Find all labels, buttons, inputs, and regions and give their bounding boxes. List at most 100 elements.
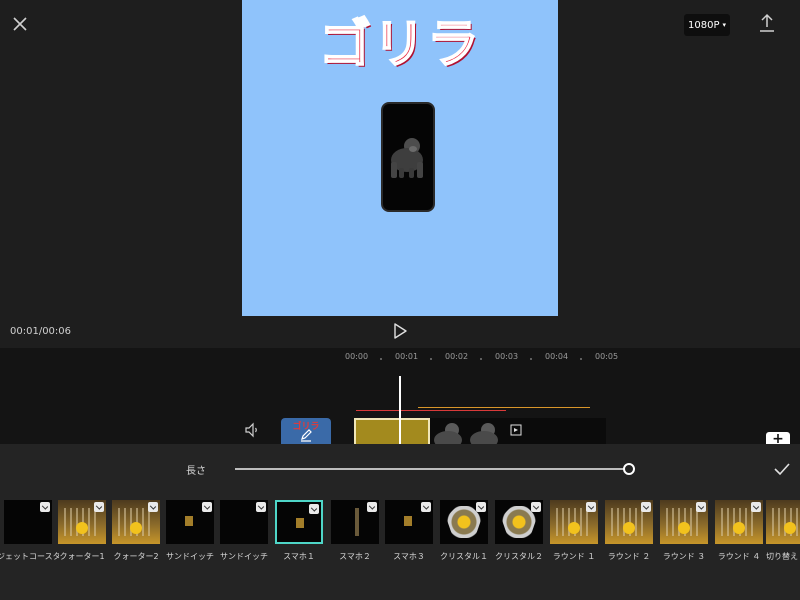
video-editor: 1080P ▾ ゴリラ 00:01/00:06 00:00 00:01 00:0…: [0, 0, 800, 600]
effect-panel: 長さ ジェットコースター クォーター1 クォーター2 サンドイッチ: [0, 444, 800, 600]
effect-item[interactable]: ラウンド ２: [603, 500, 655, 562]
effect-list: ジェットコースター クォーター1 クォーター2 サンドイッチ サンドイッチ スマ…: [0, 500, 800, 600]
effect-thumbnail: [331, 500, 379, 544]
effect-item[interactable]: スマホ３: [383, 500, 435, 562]
ruler-dot: [530, 358, 532, 360]
effect-thumbnail: [4, 500, 52, 544]
length-label: 長さ: [186, 466, 206, 477]
overlay-title: ゴリラ: [318, 14, 481, 76]
effect-thumbnail: [58, 500, 106, 544]
download-icon: [202, 502, 212, 512]
text-track-line[interactable]: [356, 410, 506, 411]
length-slider[interactable]: [235, 468, 629, 470]
close-icon[interactable]: [8, 12, 32, 36]
download-icon: [476, 502, 486, 512]
download-icon: [751, 502, 761, 512]
play-icon[interactable]: [392, 322, 408, 340]
gorilla-image: [391, 138, 423, 178]
effect-thumbnail: [220, 500, 268, 544]
playhead[interactable]: [399, 376, 401, 444]
effect-thumbnail: [385, 500, 433, 544]
effect-label: ラウンド ２: [607, 552, 651, 561]
ruler-label: 00:04: [545, 352, 569, 361]
effect-thumbnail: [660, 500, 708, 544]
audio-track-line[interactable]: [418, 407, 590, 408]
timeline[interactable]: 00:00 00:01 00:02 00:03 00:04 00:05 ゴリラ: [0, 348, 800, 446]
effect-thumbnail: [440, 500, 488, 544]
effect-label: サンドイッチ: [220, 552, 268, 561]
download-icon: [367, 502, 377, 512]
ruler-label: 00:00: [345, 352, 369, 361]
effect-item[interactable]: 切り替え: [766, 500, 800, 562]
effect-label: クリスタル１: [440, 552, 488, 561]
download-icon: [641, 502, 651, 512]
download-icon: [148, 502, 158, 512]
effect-item[interactable]: スマホ２: [329, 500, 381, 562]
effect-thumbnail: [275, 500, 323, 544]
effect-label: スマホ１: [283, 552, 315, 561]
selected-clip[interactable]: [354, 418, 430, 444]
effect-item[interactable]: クリスタル１: [438, 500, 490, 562]
effect-thumbnail: [766, 500, 800, 544]
effect-item[interactable]: ラウンド ４: [713, 500, 765, 562]
effect-thumbnail: [166, 500, 214, 544]
effect-thumbnail: [605, 500, 653, 544]
download-icon: [256, 502, 266, 512]
resolution-label: 1080P: [688, 19, 720, 31]
download-icon: [94, 502, 104, 512]
effect-label: ラウンド ４: [717, 552, 761, 561]
download-icon: [421, 502, 431, 512]
time-ruler: 00:00 00:01 00:02 00:03 00:04 00:05: [0, 352, 800, 366]
effect-label: スマホ２: [339, 552, 371, 561]
effect-item-selected[interactable]: スマホ１: [273, 500, 325, 562]
effect-item[interactable]: クォーター2: [110, 500, 162, 562]
download-icon: [696, 502, 706, 512]
effect-thumbnail: [715, 500, 763, 544]
ruler-label: 00:01: [395, 352, 419, 361]
effect-item[interactable]: クリスタル２: [493, 500, 545, 562]
phone-frame: [381, 102, 435, 212]
speaker-icon[interactable]: [244, 422, 260, 438]
checkmark-icon[interactable]: [772, 460, 792, 478]
effect-item[interactable]: ラウンド ３: [658, 500, 710, 562]
download-icon: [531, 502, 541, 512]
effect-label: ラウンド ３: [662, 552, 706, 561]
length-slider-thumb[interactable]: [623, 463, 635, 475]
effect-item[interactable]: サンドイッチ: [218, 500, 270, 562]
ruler-dot: [380, 358, 382, 360]
effect-label: 切り替え: [766, 552, 798, 561]
effect-label: クリスタル２: [495, 552, 543, 561]
effect-item[interactable]: クォーター1: [56, 500, 108, 562]
effect-thumbnail: [550, 500, 598, 544]
ruler-dot: [580, 358, 582, 360]
ruler-label: 00:03: [495, 352, 519, 361]
clip-transition-icon[interactable]: [510, 424, 522, 436]
effect-thumbnail: [495, 500, 543, 544]
pencil-icon: [301, 429, 312, 442]
effect-label: スマホ３: [393, 552, 425, 561]
download-icon: [586, 502, 596, 512]
effect-label: ラウンド １: [552, 552, 596, 561]
effect-item[interactable]: ラウンド １: [548, 500, 600, 562]
video-clip-track[interactable]: [354, 418, 606, 444]
cover-button[interactable]: ゴリラ: [281, 418, 331, 444]
ruler-dot: [430, 358, 432, 360]
resolution-button[interactable]: 1080P ▾: [684, 14, 730, 36]
effect-thumbnail: [112, 500, 160, 544]
clip-frame: [434, 423, 462, 444]
preview-area: 1080P ▾ ゴリラ 00:01/00:06: [0, 0, 800, 348]
chevron-down-icon: ▾: [722, 21, 726, 29]
download-icon: [309, 504, 319, 514]
effect-label: サンドイッチ: [166, 552, 214, 561]
ruler-label: 00:02: [445, 352, 469, 361]
effect-item[interactable]: サンドイッチ: [164, 500, 216, 562]
download-icon: [40, 502, 50, 512]
ruler-dot: [480, 358, 482, 360]
video-preview[interactable]: ゴリラ: [242, 0, 558, 316]
export-icon[interactable]: [756, 12, 778, 36]
clip-frame: [470, 423, 498, 444]
ruler-label: 00:05: [595, 352, 619, 361]
playback-timecode: 00:01/00:06: [10, 326, 72, 337]
effect-label: クォーター1: [59, 552, 105, 561]
effect-item[interactable]: ジェットコースター: [0, 500, 59, 562]
